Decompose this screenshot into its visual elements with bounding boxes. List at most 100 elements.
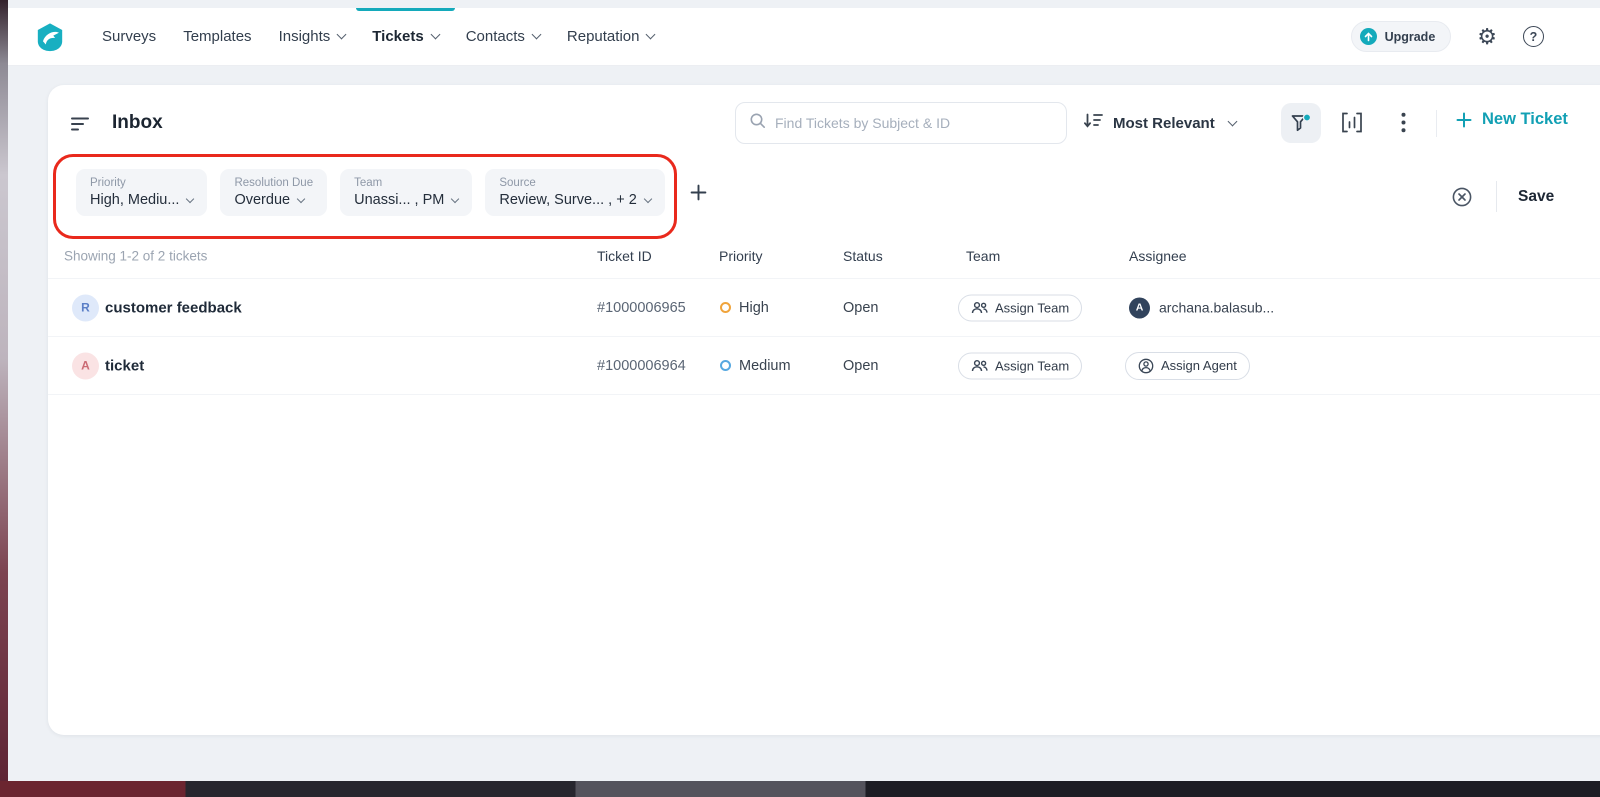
avatar: A [72,352,99,379]
team-cell: Assign Team [958,294,1082,321]
page-title: Inbox [112,112,163,134]
inbox-panel: Inbox Most Relevant New Ticket Priority … [48,85,1600,735]
priority-cell: High [720,300,769,316]
column-header-team: Team [966,248,1000,264]
sparrow-logo-icon [35,22,65,52]
assign-agent-button[interactable]: Assign Agent [1125,352,1250,380]
priority-cell: Medium [720,358,791,374]
assignee-name: archana.balasub... [1159,300,1274,316]
nav-insights-label: Insights [279,28,331,45]
chip-value: High, Mediu... [90,192,179,208]
priority-dot-icon [720,360,731,371]
view-toggle-icon[interactable] [71,116,91,137]
new-ticket-label: New Ticket [1482,110,1568,129]
tickets-table: Showing 1-2 of 2 tickets Ticket ID Prior… [48,233,1600,395]
nav-templates[interactable]: Templates [183,8,251,65]
status-label: Open [843,358,878,374]
manage-columns-button[interactable] [1341,112,1363,138]
ticket-id: #1000006964 [597,358,686,374]
new-ticket-button[interactable]: New Ticket [1456,110,1568,129]
primary-nav: Surveys Templates Insights Tickets Conta… [102,8,654,65]
top-navigation-bar: Surveys Templates Insights Tickets Conta… [8,8,1600,66]
chip-label: Source [499,177,650,189]
kebab-icon [1401,112,1406,133]
chip-label: Team [354,177,458,189]
assign-team-button[interactable]: Assign Team [958,352,1082,379]
desktop-edge-bottom [0,781,1600,797]
upgrade-button[interactable]: Upgrade [1351,21,1452,52]
column-header-assignee: Assignee [1129,248,1187,264]
assign-team-label: Assign Team [995,300,1069,315]
help-icon[interactable]: ? [1523,26,1544,47]
chevron-down-icon [430,30,440,40]
chevron-down-icon [531,30,541,40]
chip-label: Resolution Due [234,177,313,189]
table-header-row: Showing 1-2 of 2 tickets Ticket ID Prior… [48,233,1600,279]
funnel-icon [1290,113,1312,133]
nav-reputation-label: Reputation [567,28,640,45]
active-filters-row: Priority High, Mediu... Resolution Due O… [76,169,707,216]
search-input[interactable] [775,115,1053,131]
nav-insights[interactable]: Insights [279,8,346,65]
chevron-down-icon [1227,116,1237,126]
settings-gear-icon[interactable]: ⚙ [1477,26,1497,48]
nav-templates-label: Templates [183,28,251,45]
column-header-priority: Priority [719,248,763,264]
plus-icon [690,184,707,201]
sort-dropdown[interactable]: Most Relevant [1084,102,1236,144]
assign-team-button[interactable]: Assign Team [958,294,1082,321]
filter-chip-priority[interactable]: Priority High, Mediu... [76,169,207,216]
nav-contacts-label: Contacts [466,28,525,45]
chip-value: Overdue [234,192,290,208]
people-icon [971,359,988,372]
clear-filters-button[interactable] [1451,186,1473,213]
search-icon [749,112,766,134]
person-circle-icon [1138,358,1154,374]
clear-circle-x-icon [1451,186,1473,208]
sort-label: Most Relevant [1113,115,1215,132]
chevron-down-icon [451,194,459,202]
team-cell: Assign Team [958,352,1082,379]
priority-label: High [739,300,769,316]
nav-tickets[interactable]: Tickets [372,8,438,65]
assignee-avatar: A [1129,297,1150,318]
search-box [735,102,1067,144]
filter-chip-resolution-due[interactable]: Resolution Due Overdue [220,169,327,216]
table-row[interactable]: R customer feedback #1000006965 High Ope… [48,279,1600,337]
nav-tickets-label: Tickets [372,28,423,45]
desktop-edge-left [0,0,8,797]
filter-chip-source[interactable]: Source Review, Surve... , + 2 [485,169,664,216]
nav-reputation[interactable]: Reputation [567,8,655,65]
save-view-button[interactable]: Save [1518,188,1554,206]
chevron-down-icon [297,194,305,202]
upgrade-arrow-icon [1360,28,1377,45]
nav-surveys-label: Surveys [102,28,156,45]
more-options-button[interactable] [1397,112,1410,138]
status-label: Open [843,300,878,316]
chips-row-divider [1496,181,1497,212]
filter-chip-team[interactable]: Team Unassi... , PM [340,169,472,216]
ticket-subject: customer feedback [105,299,242,316]
people-icon [971,301,988,314]
nav-right-actions: Upgrade ⚙ ? [1351,21,1544,52]
ticket-subject: ticket [105,357,144,374]
add-filter-button[interactable] [690,184,707,201]
table-row[interactable]: A ticket #1000006964 Medium Open Assign … [48,337,1600,395]
chevron-down-icon [186,194,194,202]
nav-surveys[interactable]: Surveys [102,8,156,65]
columns-icon [1341,112,1363,133]
sort-icon [1084,112,1103,134]
plus-icon [1456,112,1472,128]
assignee-cell: Assign Agent [1125,352,1250,380]
nav-contacts[interactable]: Contacts [466,8,540,65]
column-header-ticket-id: Ticket ID [597,248,652,264]
assignee-cell[interactable]: A archana.balasub... [1129,297,1274,318]
upgrade-label: Upgrade [1385,30,1436,44]
app-logo[interactable] [35,22,65,52]
column-header-status: Status [843,248,883,264]
priority-label: Medium [739,358,791,374]
filter-button[interactable] [1281,103,1321,143]
chip-value: Review, Surve... , + 2 [499,192,636,208]
assign-team-label: Assign Team [995,358,1069,373]
priority-dot-icon [720,302,731,313]
